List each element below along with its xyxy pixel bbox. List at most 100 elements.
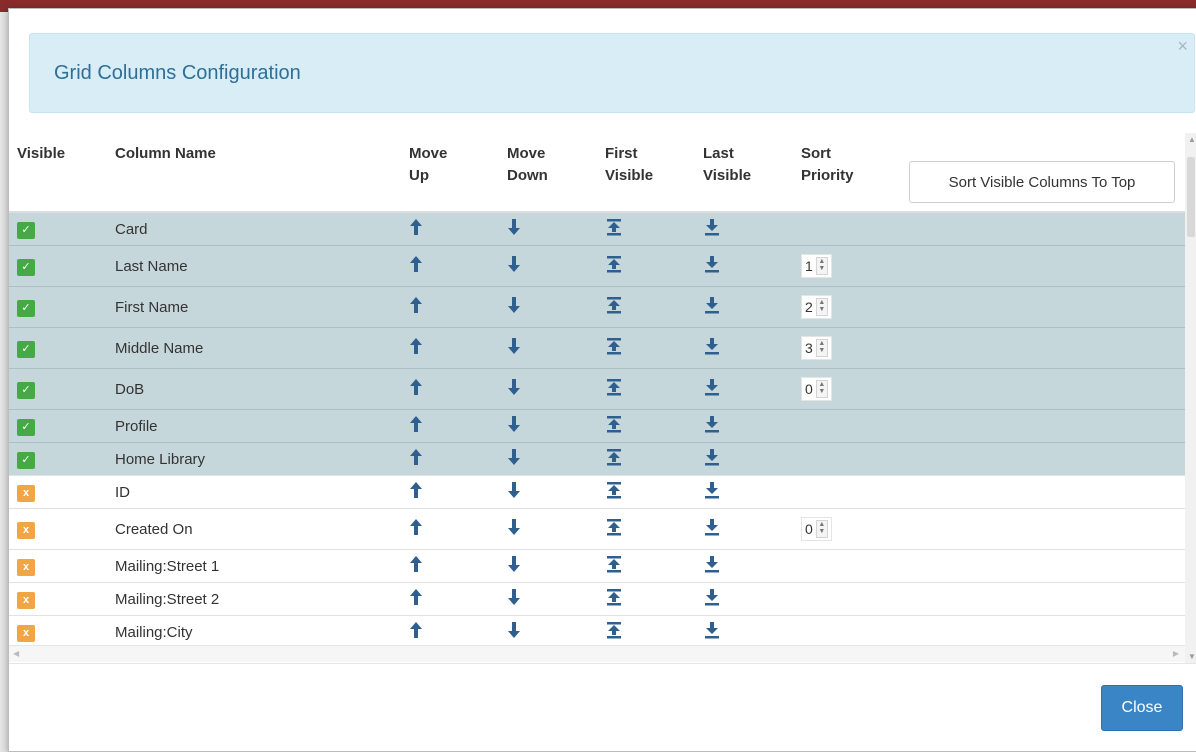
scroll-left-icon[interactable]: ◀	[13, 649, 19, 658]
arrow-down-icon[interactable]	[507, 588, 525, 606]
spinner-arrows-icon[interactable]: ▲ ▼	[815, 257, 828, 275]
sort-priority-stepper[interactable]: 1 ▲ ▼	[801, 254, 832, 278]
move-to-bottom-icon[interactable]	[703, 378, 721, 396]
horizontal-scrollbar[interactable]: ◀ ▶	[9, 645, 1185, 662]
move-up-cell	[401, 245, 499, 287]
arrow-down-icon[interactable]	[507, 255, 525, 273]
move-to-top-icon[interactable]	[605, 296, 623, 314]
column-name-cell: ID	[107, 475, 401, 509]
spinner-arrows-icon[interactable]: ▲ ▼	[815, 298, 828, 316]
checkbox-unchecked-icon[interactable]: x	[17, 558, 35, 576]
arrow-up-icon[interactable]	[409, 555, 427, 573]
first-visible-cell	[597, 442, 695, 476]
arrow-up-icon[interactable]	[409, 448, 427, 466]
move-up-cell	[401, 508, 499, 550]
sort-priority-stepper[interactable]: 2 ▲ ▼	[801, 295, 832, 319]
close-icon[interactable]: ×	[1177, 36, 1188, 57]
arrow-up-icon[interactable]	[409, 296, 427, 314]
checkbox-checked-icon[interactable]: ✓	[17, 221, 35, 239]
arrow-up-icon[interactable]	[409, 378, 427, 396]
checkbox-unchecked-icon[interactable]: x	[17, 624, 35, 642]
move-to-bottom-icon[interactable]	[703, 255, 721, 273]
last-visible-cell	[695, 245, 793, 287]
arrow-down-icon[interactable]	[507, 218, 525, 236]
arrow-up-icon[interactable]	[409, 337, 427, 355]
move-to-top-icon[interactable]	[605, 218, 623, 236]
arrow-down-icon[interactable]	[507, 448, 525, 466]
scrollbar-thumb[interactable]	[1187, 157, 1195, 237]
table-row: ✓ DoB 0 ▲ ▼	[9, 368, 1185, 410]
move-to-bottom-icon[interactable]	[703, 588, 721, 606]
column-name-cell: Mailing:Street 2	[107, 582, 401, 616]
arrow-down-icon[interactable]	[507, 518, 525, 536]
move-to-top-icon[interactable]	[605, 448, 623, 466]
visible-cell: ✓	[9, 327, 107, 369]
arrow-up-icon[interactable]	[409, 518, 427, 536]
arrow-down-icon[interactable]	[507, 415, 525, 433]
move-to-top-icon[interactable]	[605, 621, 623, 639]
arrow-down-icon[interactable]	[507, 296, 525, 314]
move-to-top-icon[interactable]	[605, 481, 623, 499]
column-name-cell: DoB	[107, 368, 401, 410]
close-button[interactable]: Close	[1101, 685, 1183, 731]
checkbox-checked-icon[interactable]: ✓	[17, 381, 35, 399]
checkbox-checked-icon[interactable]: ✓	[17, 258, 35, 276]
arrow-down-icon[interactable]	[507, 378, 525, 396]
move-to-bottom-icon[interactable]	[703, 555, 721, 573]
move-to-top-icon[interactable]	[605, 588, 623, 606]
move-to-bottom-icon[interactable]	[703, 218, 721, 236]
first-visible-cell	[597, 211, 695, 246]
move-to-bottom-icon[interactable]	[703, 481, 721, 499]
checkbox-checked-icon[interactable]: ✓	[17, 340, 35, 358]
sort-visible-columns-button[interactable]: Sort Visible Columns To Top	[909, 161, 1175, 203]
sort-priority-cell: 0 ▲ ▼	[793, 508, 893, 550]
spinner-arrows-icon[interactable]: ▲ ▼	[815, 380, 828, 398]
move-to-top-icon[interactable]	[605, 555, 623, 573]
move-to-top-icon[interactable]	[605, 415, 623, 433]
checkbox-unchecked-icon[interactable]: x	[17, 521, 35, 539]
arrow-down-icon[interactable]	[507, 555, 525, 573]
sort-priority-stepper[interactable]: 0 ▲ ▼	[801, 377, 832, 401]
spinner-arrows-icon[interactable]: ▲ ▼	[815, 520, 828, 538]
checkbox-unchecked-icon[interactable]: x	[17, 591, 35, 609]
arrow-up-icon[interactable]	[409, 588, 427, 606]
arrow-up-icon[interactable]	[409, 218, 427, 236]
table-row: ✓ First Name 2 ▲ ▼	[9, 286, 1185, 328]
move-to-top-icon[interactable]	[605, 337, 623, 355]
move-to-top-icon[interactable]	[605, 518, 623, 536]
spinner-arrows-icon[interactable]: ▲ ▼	[815, 339, 828, 357]
move-to-bottom-icon[interactable]	[703, 337, 721, 355]
empty-cell	[893, 327, 1185, 369]
arrow-down-icon[interactable]	[507, 337, 525, 355]
arrow-up-icon[interactable]	[409, 481, 427, 499]
column-name-cell: Mailing:City	[107, 615, 401, 648]
move-to-bottom-icon[interactable]	[703, 621, 721, 639]
move-to-bottom-icon[interactable]	[703, 415, 721, 433]
move-to-top-icon[interactable]	[605, 255, 623, 273]
arrow-up-icon[interactable]	[409, 415, 427, 433]
arrow-down-icon[interactable]	[507, 621, 525, 639]
sort-priority-stepper[interactable]: 0 ▲ ▼	[801, 517, 832, 541]
move-to-bottom-icon[interactable]	[703, 448, 721, 466]
move-to-bottom-icon[interactable]	[703, 296, 721, 314]
vertical-scrollbar[interactable]: ▲ ▼	[1185, 133, 1196, 663]
visible-cell: x	[9, 549, 107, 583]
arrow-down-icon[interactable]	[507, 481, 525, 499]
checkbox-checked-icon[interactable]: ✓	[17, 451, 35, 469]
last-visible-cell	[695, 615, 793, 648]
move-to-top-icon[interactable]	[605, 378, 623, 396]
first-visible-cell	[597, 327, 695, 369]
scroll-down-icon[interactable]: ▼	[1188, 652, 1196, 661]
columns-grid: Visible Column Name Move Up Move Down Firs…	[9, 133, 1185, 663]
scroll-right-icon[interactable]: ▶	[1173, 649, 1179, 658]
last-visible-cell	[695, 508, 793, 550]
scroll-up-icon[interactable]: ▲	[1188, 135, 1196, 144]
sort-priority-stepper[interactable]: 3 ▲ ▼	[801, 336, 832, 360]
arrow-up-icon[interactable]	[409, 621, 427, 639]
checkbox-checked-icon[interactable]: ✓	[17, 418, 35, 436]
checkbox-checked-icon[interactable]: ✓	[17, 299, 35, 317]
checkbox-unchecked-icon[interactable]: x	[17, 484, 35, 502]
move-to-bottom-icon[interactable]	[703, 518, 721, 536]
arrow-up-icon[interactable]	[409, 255, 427, 273]
sort-priority-cell: 3 ▲ ▼	[793, 327, 893, 369]
